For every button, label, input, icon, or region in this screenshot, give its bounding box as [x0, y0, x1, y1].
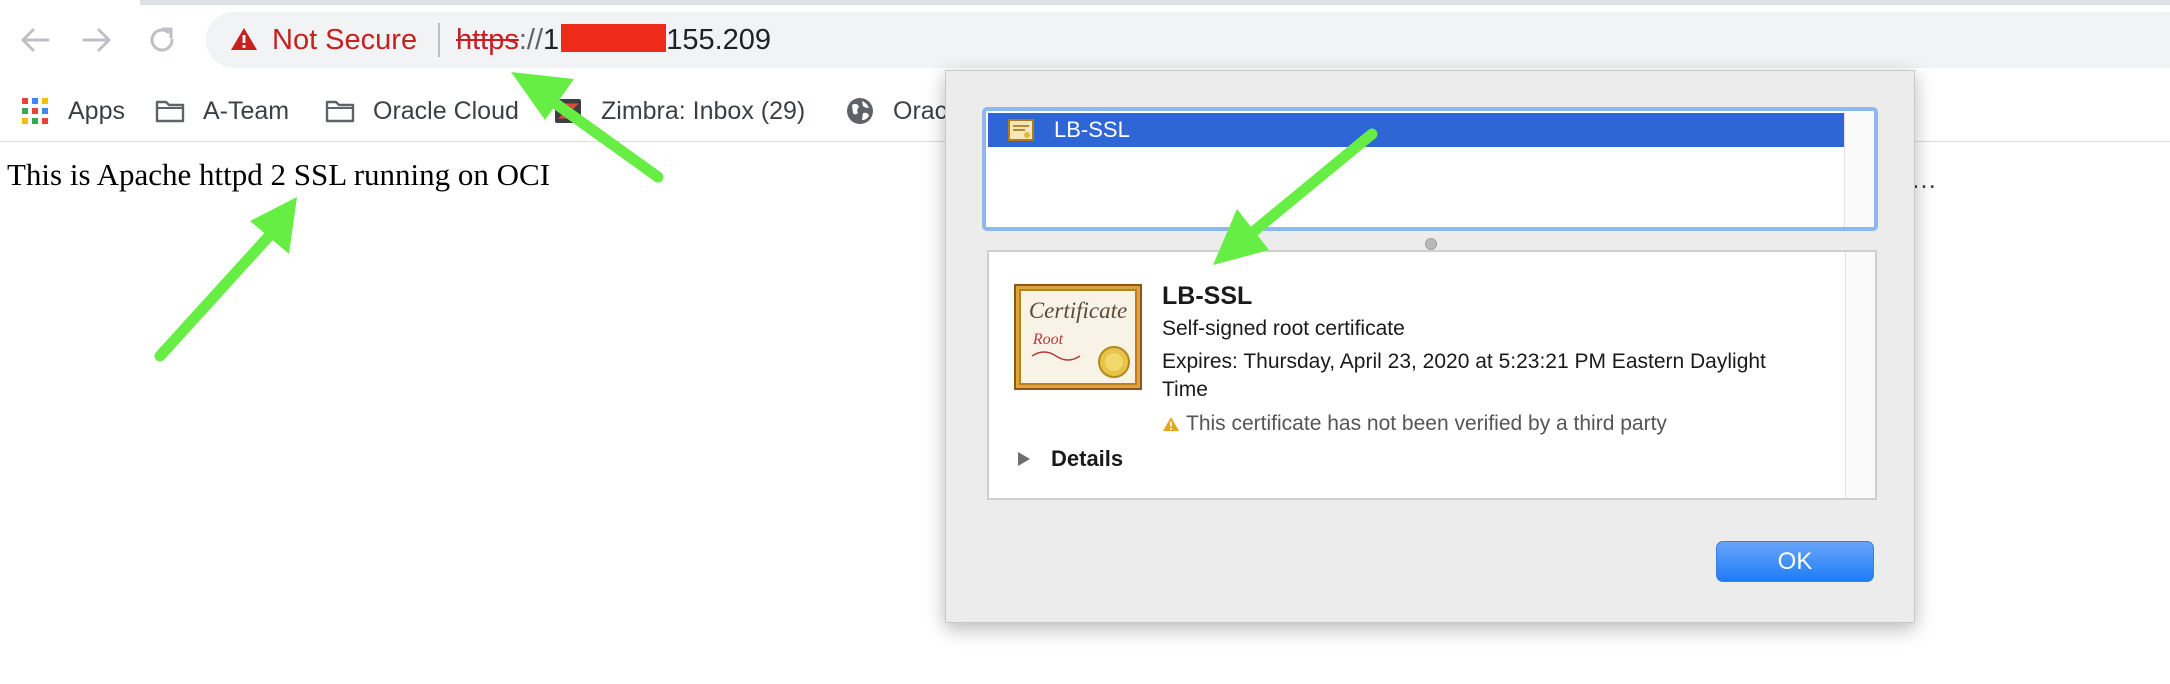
reload-icon: [150, 27, 174, 52]
url-host-tail: 155.209: [666, 24, 772, 56]
forward-button[interactable]: [74, 17, 120, 63]
back-button[interactable]: [12, 17, 58, 63]
badge-title: Certificate: [1029, 298, 1127, 323]
badge-subtitle: Root: [1032, 331, 1064, 348]
bookmark-a-team[interactable]: A-Team: [155, 90, 289, 132]
list-scrollbar[interactable]: [1844, 111, 1874, 227]
certificate-details-panel: Certificate Root LB-SSL Self-signed root…: [987, 250, 1877, 500]
warning-triangle-icon[interactable]: [230, 26, 258, 52]
details-label: Details: [1051, 446, 1124, 471]
certificate-name: LB-SSL: [1162, 282, 1253, 310]
arrow-right-icon: [82, 28, 111, 52]
url-leading-char: 1: [543, 24, 560, 56]
bookmark-label: A-Team: [203, 96, 290, 125]
split-handle[interactable]: [1425, 238, 1437, 250]
bookmark-label: Zimbra: Inbox (29): [601, 96, 806, 125]
address-bar[interactable]: Not Secure https://1 155.209: [206, 12, 2170, 68]
page-body-text: This is Apache httpd 2 SSL running on OC…: [7, 157, 551, 192]
details-disclosure[interactable]: Details: [1017, 446, 1123, 472]
bookmark-label: Oracle Cloud: [373, 96, 519, 125]
bookmark-oracle-cloud[interactable]: Oracle Cloud: [325, 90, 519, 132]
certificate-list-label: LB-SSL: [1054, 117, 1130, 142]
url-text[interactable]: https://1 155.209: [456, 24, 771, 57]
url-redaction: [561, 24, 667, 52]
apps-grid-icon: [20, 96, 50, 126]
reload-button[interactable]: [139, 17, 185, 63]
ok-button[interactable]: OK: [1716, 541, 1874, 582]
certificate-small-icon: [1008, 119, 1034, 141]
details-scrollbar[interactable]: [1845, 252, 1875, 498]
bookmark-oracle[interactable]: Orac: [845, 90, 947, 132]
annotation-arrow-to-page-text: [154, 197, 297, 362]
certificate-warning-text: This certificate has not been verified b…: [1186, 412, 1667, 435]
certificate-badge-icon: Certificate Root: [1014, 284, 1142, 390]
bookmark-label: Apps: [68, 96, 125, 125]
zimbra-icon: [553, 96, 583, 126]
security-separator: [438, 23, 440, 57]
certificate-type: Self-signed root certificate: [1162, 317, 1405, 340]
certificate-expiry: Expires: Thursday, April 23, 2020 at 5:2…: [1162, 350, 1766, 401]
globe-icon: [845, 96, 875, 126]
folder-icon: [325, 96, 355, 126]
bookmark-label: Orac: [893, 96, 948, 125]
warning-icon: [1163, 417, 1179, 431]
bookmark-zimbra-inbox[interactable]: Zimbra: Inbox (29): [553, 90, 805, 132]
folder-icon: [155, 96, 185, 126]
arrow-left-icon: [21, 28, 50, 52]
certificate-list[interactable]: LB-SSL: [982, 107, 1878, 231]
certificate-dialog: LB-SSL Certificate Root LB-SSL Self-sign…: [945, 70, 1915, 623]
browser-toolbar: Not Secure https://1 155.209: [0, 0, 2170, 80]
bookmark-apps[interactable]: Apps: [20, 90, 125, 132]
security-status[interactable]: Not Secure: [272, 24, 417, 57]
tab-strip-edge: [140, 0, 2170, 5]
url-separator: ://: [518, 24, 544, 56]
disclosure-triangle-icon[interactable]: [1017, 451, 1031, 467]
url-scheme: https: [456, 24, 519, 56]
certificate-list-item[interactable]: LB-SSL: [988, 113, 1844, 147]
certificate-warning: This certificate has not been verified b…: [1162, 412, 1667, 436]
